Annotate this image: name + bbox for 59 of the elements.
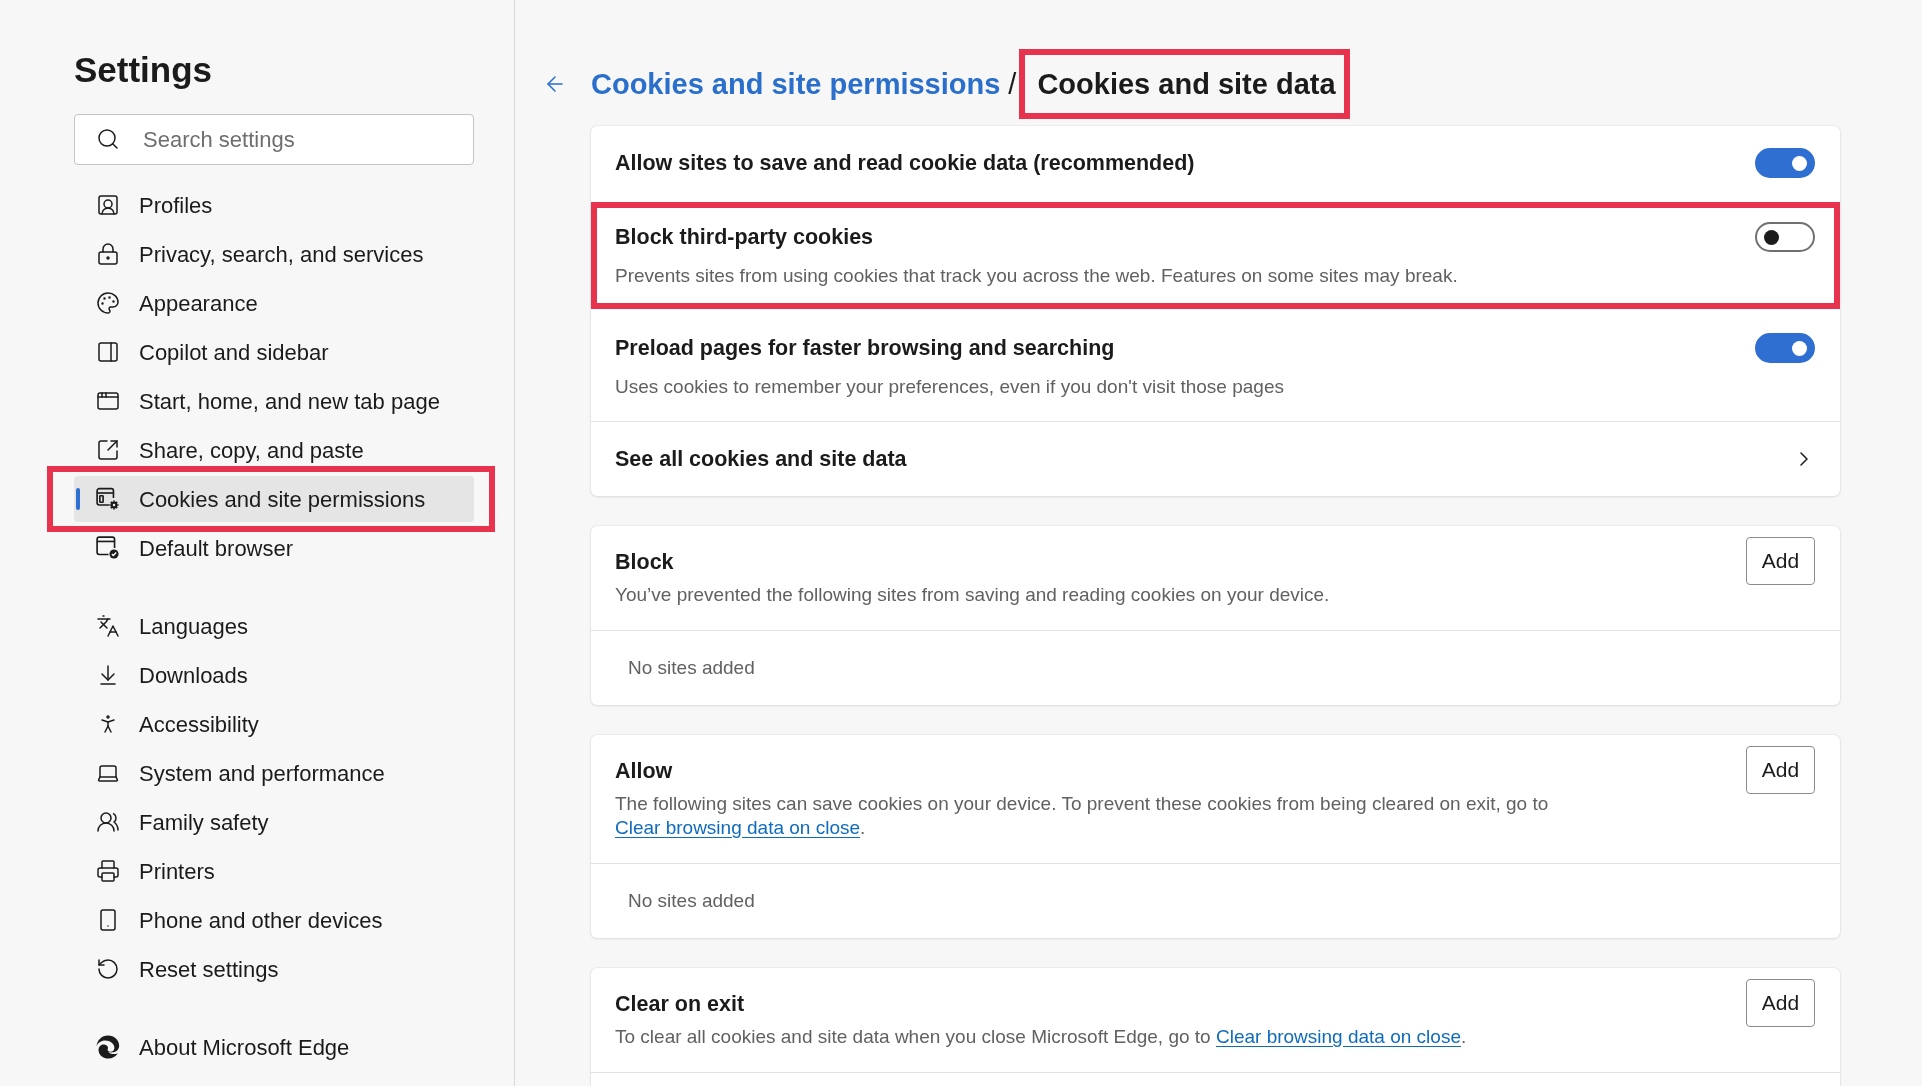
add-button[interactable]: Add [1746, 537, 1815, 585]
app-window-icon [96, 389, 120, 413]
reset-icon [96, 957, 120, 981]
selection-indicator-icon [76, 488, 80, 510]
section-title: Block [615, 550, 675, 574]
toggle-switch[interactable] [1755, 222, 1815, 252]
sidebar-item[interactable]: Phone and other devices [74, 897, 474, 943]
browser-logo-icon [96, 1035, 120, 1059]
sidebar-item[interactable]: System and performance [74, 750, 474, 796]
setting-description: Prevents sites from using cookies that track you across the web. Features on some sites may break. [615, 264, 1459, 288]
search-icon [96, 127, 120, 151]
window-check-icon [96, 536, 120, 560]
window-gear-icon [96, 487, 120, 511]
sidebar-item[interactable]: Default browser [74, 525, 474, 571]
sidebar-item[interactable]: Copilot and sidebar [74, 329, 474, 375]
sidebar-item[interactable]: Printers [74, 848, 474, 894]
toggle-switch[interactable] [1755, 333, 1815, 363]
inline-link[interactable]: Clear browsing data on close [1215, 1026, 1461, 1047]
toggle-switch[interactable] [1755, 148, 1815, 178]
setting-description: Uses cookies to remember your preferences, even if you don't visit those pages [615, 375, 1285, 399]
empty-list-text: No sites added [628, 655, 755, 680]
add-button[interactable]: Add [1746, 746, 1815, 794]
sidebar-title: Settings [74, 50, 214, 90]
sidebar-item[interactable]: Privacy, search, and services [74, 231, 474, 277]
lock-icon [96, 242, 120, 266]
printer-icon [96, 859, 120, 883]
inline-link[interactable]: Clear browsing data on close [615, 817, 861, 838]
sidebar-item[interactable]: About Microsoft Edge [74, 1024, 474, 1070]
breadcrumb-separator: / [1008, 67, 1017, 102]
sidebar-item[interactable]: Cookies and site permissions [74, 476, 474, 522]
settings-link-row[interactable]: See all cookies and site data [591, 421, 1840, 496]
section-title: Clear on exit [615, 992, 746, 1016]
languages-icon [96, 614, 120, 638]
setting-title: Preload pages for faster browsing and searching [615, 336, 1115, 360]
section-description: The following sites can save cookies on your device. To prevent these cookies from being cleared on exit, go to Clear browsing data on close. [615, 792, 1550, 840]
add-button[interactable]: Add [1746, 979, 1815, 1027]
section-title: Allow [615, 759, 674, 783]
palette-icon [96, 291, 120, 315]
sidebar-item[interactable]: Share, copy, and paste [74, 427, 474, 473]
breadcrumb-link[interactable]: Cookies and site permissions [591, 64, 1001, 104]
sidebar-item[interactable]: Reset settings [74, 946, 474, 992]
sidebar-item[interactable]: Languages [74, 603, 474, 649]
setting-title: Allow sites to save and read cookie data (recommended) [615, 151, 1195, 175]
people-icon [96, 810, 120, 834]
search-field[interactable]: Search settings [74, 114, 474, 165]
sidebar-item[interactable]: Downloads [74, 652, 474, 698]
profile-icon [96, 193, 120, 217]
sidebar-item[interactable]: Accessibility [74, 701, 474, 747]
sidebar-item[interactable]: Family safety [74, 799, 474, 845]
sidebar-item[interactable]: Profiles [74, 182, 474, 228]
empty-list-text: No sites added [628, 888, 755, 913]
setting-title: Block third-party cookies [615, 225, 874, 249]
share-icon [96, 438, 120, 462]
sidebar-item[interactable]: Start, home, and new tab page [74, 378, 474, 424]
section-description: You’ve prevented the following sites from saving and reading cookies on your device. [615, 583, 1330, 607]
section-description: To clear all cookies and site data when you close Microsoft Edge, go to Clear browsing data on close. [615, 1025, 1467, 1049]
side-panel-icon [96, 340, 120, 364]
page-title: Cookies and site data [1037, 67, 1336, 102]
sidebar-item[interactable]: Appearance [74, 280, 474, 326]
